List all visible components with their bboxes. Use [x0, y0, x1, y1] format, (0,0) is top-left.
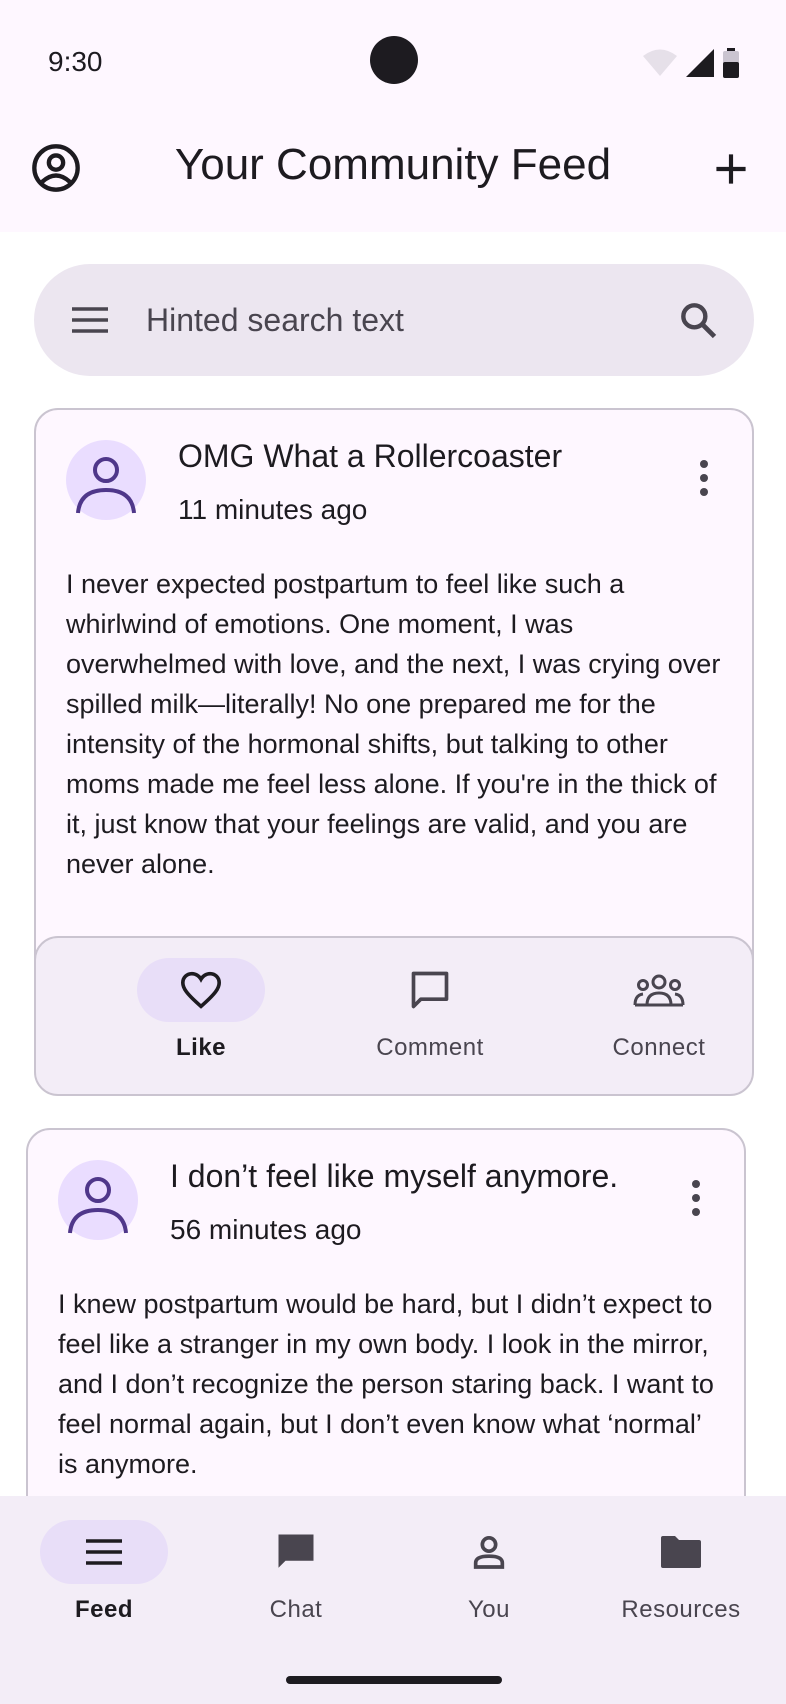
person-icon [473, 1536, 505, 1569]
heart-icon [180, 971, 222, 1009]
person-icon [76, 457, 136, 514]
menu-icon [72, 307, 108, 333]
comment-button[interactable]: Comment [350, 958, 510, 1078]
person-icon [68, 1177, 128, 1234]
nav-resources-label: Resources [621, 1596, 741, 1623]
status-time: 9:30 [48, 46, 103, 77]
like-button[interactable]: Like [121, 958, 281, 1078]
nav-feed-label: Feed [74, 1596, 133, 1623]
post-timestamp: 11 minutes ago [178, 494, 368, 525]
connect-label: Connect [612, 1034, 706, 1061]
nav-chat-label: Chat [269, 1596, 323, 1623]
post-card[interactable]: OMG What a Rollercoaster 11 minutes ago … [34, 408, 754, 1096]
post-more-button[interactable] [688, 1178, 704, 1218]
nav-you-indicator [425, 1520, 553, 1584]
nav-item-resources[interactable]: Resources [585, 1520, 777, 1640]
search-bar [34, 264, 754, 376]
post-title: I don’t feel like myself anymore. [170, 1158, 619, 1194]
nav-item-you[interactable]: You [393, 1520, 585, 1640]
nav-feed-indicator [40, 1520, 168, 1584]
add-icon [716, 154, 746, 184]
post-body: I never expected postpartum to feel like… [66, 569, 721, 879]
comment-label: Comment [376, 1034, 484, 1061]
post-more-button[interactable] [696, 458, 712, 498]
post-timestamp: 56 minutes ago [170, 1214, 362, 1245]
nav-chat-indicator [232, 1520, 360, 1584]
nav-item-feed[interactable]: Feed [8, 1520, 200, 1640]
cell-signal-icon [686, 49, 714, 77]
menu-icon [86, 1539, 122, 1565]
status-icons [642, 48, 740, 78]
status-bar: 9:30 [0, 0, 786, 120]
search-icon [681, 303, 717, 339]
search-button[interactable] [676, 298, 720, 342]
folder-icon [661, 1536, 701, 1568]
avatar [58, 1160, 138, 1240]
home-indicator[interactable] [286, 1676, 502, 1684]
connect-indicator [595, 958, 723, 1022]
comment-icon [411, 971, 449, 1009]
page-title: Your Community Feed [174, 140, 612, 189]
search-menu-button[interactable] [68, 300, 112, 340]
post-actions: Like Comment Connect [36, 936, 752, 1094]
battery-icon [723, 48, 739, 78]
top-app-bar: Your Community Feed [0, 120, 786, 232]
more-vert-icon [692, 1180, 700, 1216]
comment-indicator [366, 958, 494, 1022]
camera-cutout [370, 36, 418, 84]
post-title: OMG What a Rollercoaster [178, 438, 563, 474]
post-body: I knew postpartum would be hard, but I d… [58, 1289, 714, 1479]
groups-icon [633, 974, 685, 1007]
connect-button[interactable]: Connect [579, 958, 739, 1078]
nav-you-label: You [468, 1596, 510, 1623]
add-post-button[interactable] [706, 144, 756, 194]
nav-resources-indicator [617, 1520, 745, 1584]
more-vert-icon [700, 460, 708, 496]
chat-icon [278, 1534, 314, 1568]
nav-item-chat[interactable]: Chat [200, 1520, 392, 1640]
like-label: Like [175, 1034, 227, 1061]
search-input[interactable] [146, 264, 666, 376]
wifi-icon [643, 49, 677, 76]
avatar [66, 440, 146, 520]
bottom-navigation: Feed Chat You Resources [0, 1496, 786, 1704]
like-indicator [137, 958, 265, 1022]
